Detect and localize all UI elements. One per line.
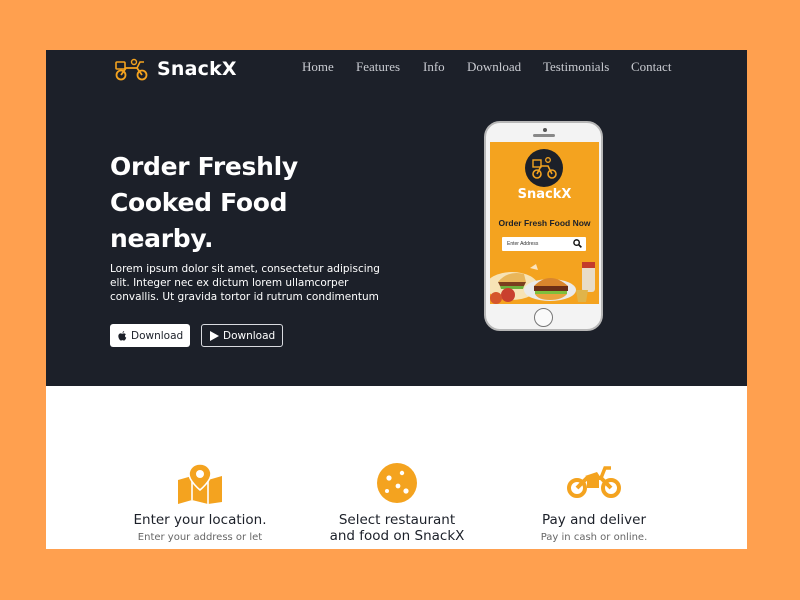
- phone-home-button[interactable]: [534, 308, 553, 327]
- feature-pay-deliver: Pay and deliver Pay in cash or online.: [520, 460, 668, 543]
- apple-icon: [118, 330, 127, 341]
- feature-title: Select restaurant and food on SnackX: [317, 512, 477, 544]
- landing-page: SnackX Home Features Info Download Testi…: [46, 50, 747, 549]
- description-line: Lorem ipsum dolor sit amet, consectetur …: [110, 263, 380, 275]
- nav-download[interactable]: Download: [467, 59, 521, 75]
- feature-description: Enter your address or let: [137, 532, 263, 543]
- food-illustration: [490, 262, 595, 304]
- headline-line: Cooked Food: [110, 188, 288, 217]
- app-screen: SnackX Order Fresh Food Now Enter Addres…: [490, 142, 599, 304]
- search-icon[interactable]: [573, 239, 582, 248]
- address-placeholder: Enter Address: [507, 241, 539, 247]
- app-tagline: Order Fresh Food Now: [498, 218, 591, 228]
- feature-select-restaurant: Select restaurant and food on SnackX: [317, 460, 477, 544]
- app-logo: [525, 149, 563, 187]
- feature-description: Pay in cash or online.: [540, 532, 648, 543]
- play-store-icon: [210, 330, 219, 341]
- feature-title: Pay and deliver: [542, 512, 646, 528]
- motorbike-icon: [567, 466, 621, 498]
- nav-features[interactable]: Features: [356, 59, 400, 75]
- play-store-download-button[interactable]: Download: [201, 324, 283, 347]
- download-label: Download: [223, 329, 276, 342]
- nav-contact[interactable]: Contact: [631, 59, 671, 75]
- feature-title-line: Select restaurant: [338, 512, 456, 528]
- nav-home[interactable]: Home: [302, 59, 334, 75]
- description-line: elit. Integer nec ex dictum lorem ullamc…: [110, 277, 349, 289]
- description-line: convallis. Ut gravida tortor id rutrum c…: [110, 291, 379, 303]
- feature-enter-location: Enter your location. Enter your address …: [111, 460, 289, 543]
- nav-info[interactable]: Info: [423, 59, 445, 75]
- cookie-icon: [377, 463, 417, 503]
- brand-logo[interactable]: SnackX: [112, 56, 237, 82]
- phone-speaker: [533, 134, 555, 137]
- app-address-input[interactable]: Enter Address: [502, 237, 586, 251]
- nav-testimonials[interactable]: Testimonials: [543, 59, 609, 75]
- hero-description: Lorem ipsum dolor sit amet, consectetur …: [110, 262, 400, 304]
- scooter-logo-icon: [115, 58, 148, 81]
- phone-camera: [543, 128, 547, 132]
- app-name: SnackX: [517, 187, 572, 202]
- scooter-logo-icon: [532, 157, 557, 179]
- headline-line: Order Freshly: [110, 152, 298, 181]
- hero-headline: Order Freshly Cooked Food nearby.: [110, 149, 390, 257]
- feature-title-line: and food on SnackX: [329, 528, 465, 544]
- headline-line: nearby.: [110, 224, 214, 253]
- download-label: Download: [131, 329, 184, 342]
- feature-title: Enter your location.: [133, 512, 267, 528]
- hero-section: SnackX Home Features Info Download Testi…: [46, 50, 747, 386]
- brand-name: SnackX: [157, 58, 237, 80]
- map-pin-icon: [178, 464, 222, 504]
- app-store-download-button[interactable]: Download: [110, 324, 190, 347]
- phone-mockup: SnackX Order Fresh Food Now Enter Addres…: [484, 121, 603, 331]
